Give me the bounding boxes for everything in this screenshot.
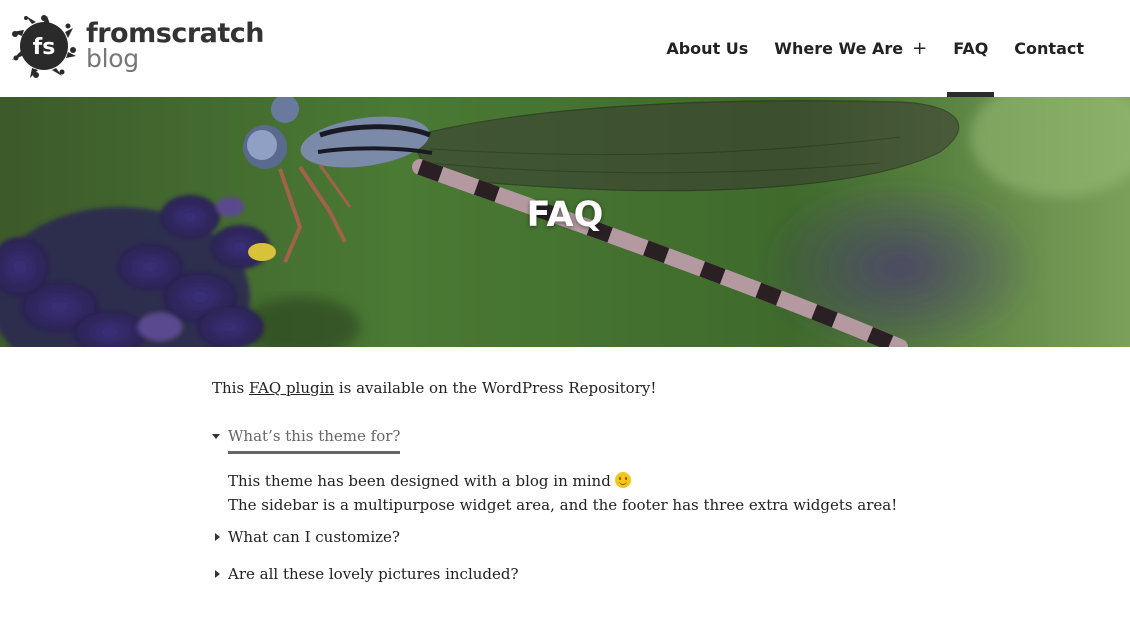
faq-answer-1-line-1: This theme has been designed with a blog… [228, 472, 611, 490]
site-logo[interactable]: fs fromscratch blog [10, 12, 265, 80]
intro-paragraph: This FAQ plugin is available on the Word… [212, 376, 656, 400]
faq-question-3[interactable]: Are all these lovely pictures included? [228, 562, 519, 586]
hero-banner: FAQ [0, 97, 1130, 347]
logo-title: fromscratch [86, 18, 265, 49]
nav-item-contact[interactable]: Contact [1008, 0, 1090, 97]
main-navigation: About Us Where We Are + FAQ Contact [646, 0, 1090, 97]
faq-answer-1-line-2: The sidebar is a multipurpose widget are… [228, 496, 898, 514]
nav-item-label: FAQ [953, 39, 989, 58]
caret-right-icon[interactable] [215, 570, 220, 578]
faq-answer-1: This theme has been designed with a blog… [228, 469, 928, 517]
nav-item-where-we-are[interactable]: Where We Are + [768, 0, 933, 97]
intro-text-after: is available on the WordPress Repository… [334, 379, 657, 397]
plus-icon[interactable]: + [912, 38, 927, 59]
smiley-icon [614, 472, 631, 488]
caret-right-icon[interactable] [215, 533, 220, 541]
nav-item-faq[interactable]: FAQ [947, 0, 995, 97]
logo-mark-text: fs [33, 35, 56, 60]
nav-item-label: About Us [666, 39, 749, 58]
faq-plugin-link[interactable]: FAQ plugin [249, 379, 334, 397]
page-title: FAQ [526, 195, 604, 235]
site-header: fs fromscratch blog About Us Where We Ar… [0, 0, 1130, 97]
logo-splat-icon: fs [12, 15, 76, 78]
nav-item-label: Contact [1014, 39, 1084, 58]
nav-item-about-us[interactable]: About Us [660, 0, 754, 97]
caret-down-icon[interactable] [212, 434, 220, 439]
faq-question-2[interactable]: What can I customize? [228, 525, 400, 549]
intro-text-before: This [212, 379, 249, 397]
nav-item-label: Where We Are [774, 39, 904, 58]
faq-question-1[interactable]: What’s this theme for? [228, 424, 401, 454]
logo-subtitle: blog [86, 44, 139, 73]
